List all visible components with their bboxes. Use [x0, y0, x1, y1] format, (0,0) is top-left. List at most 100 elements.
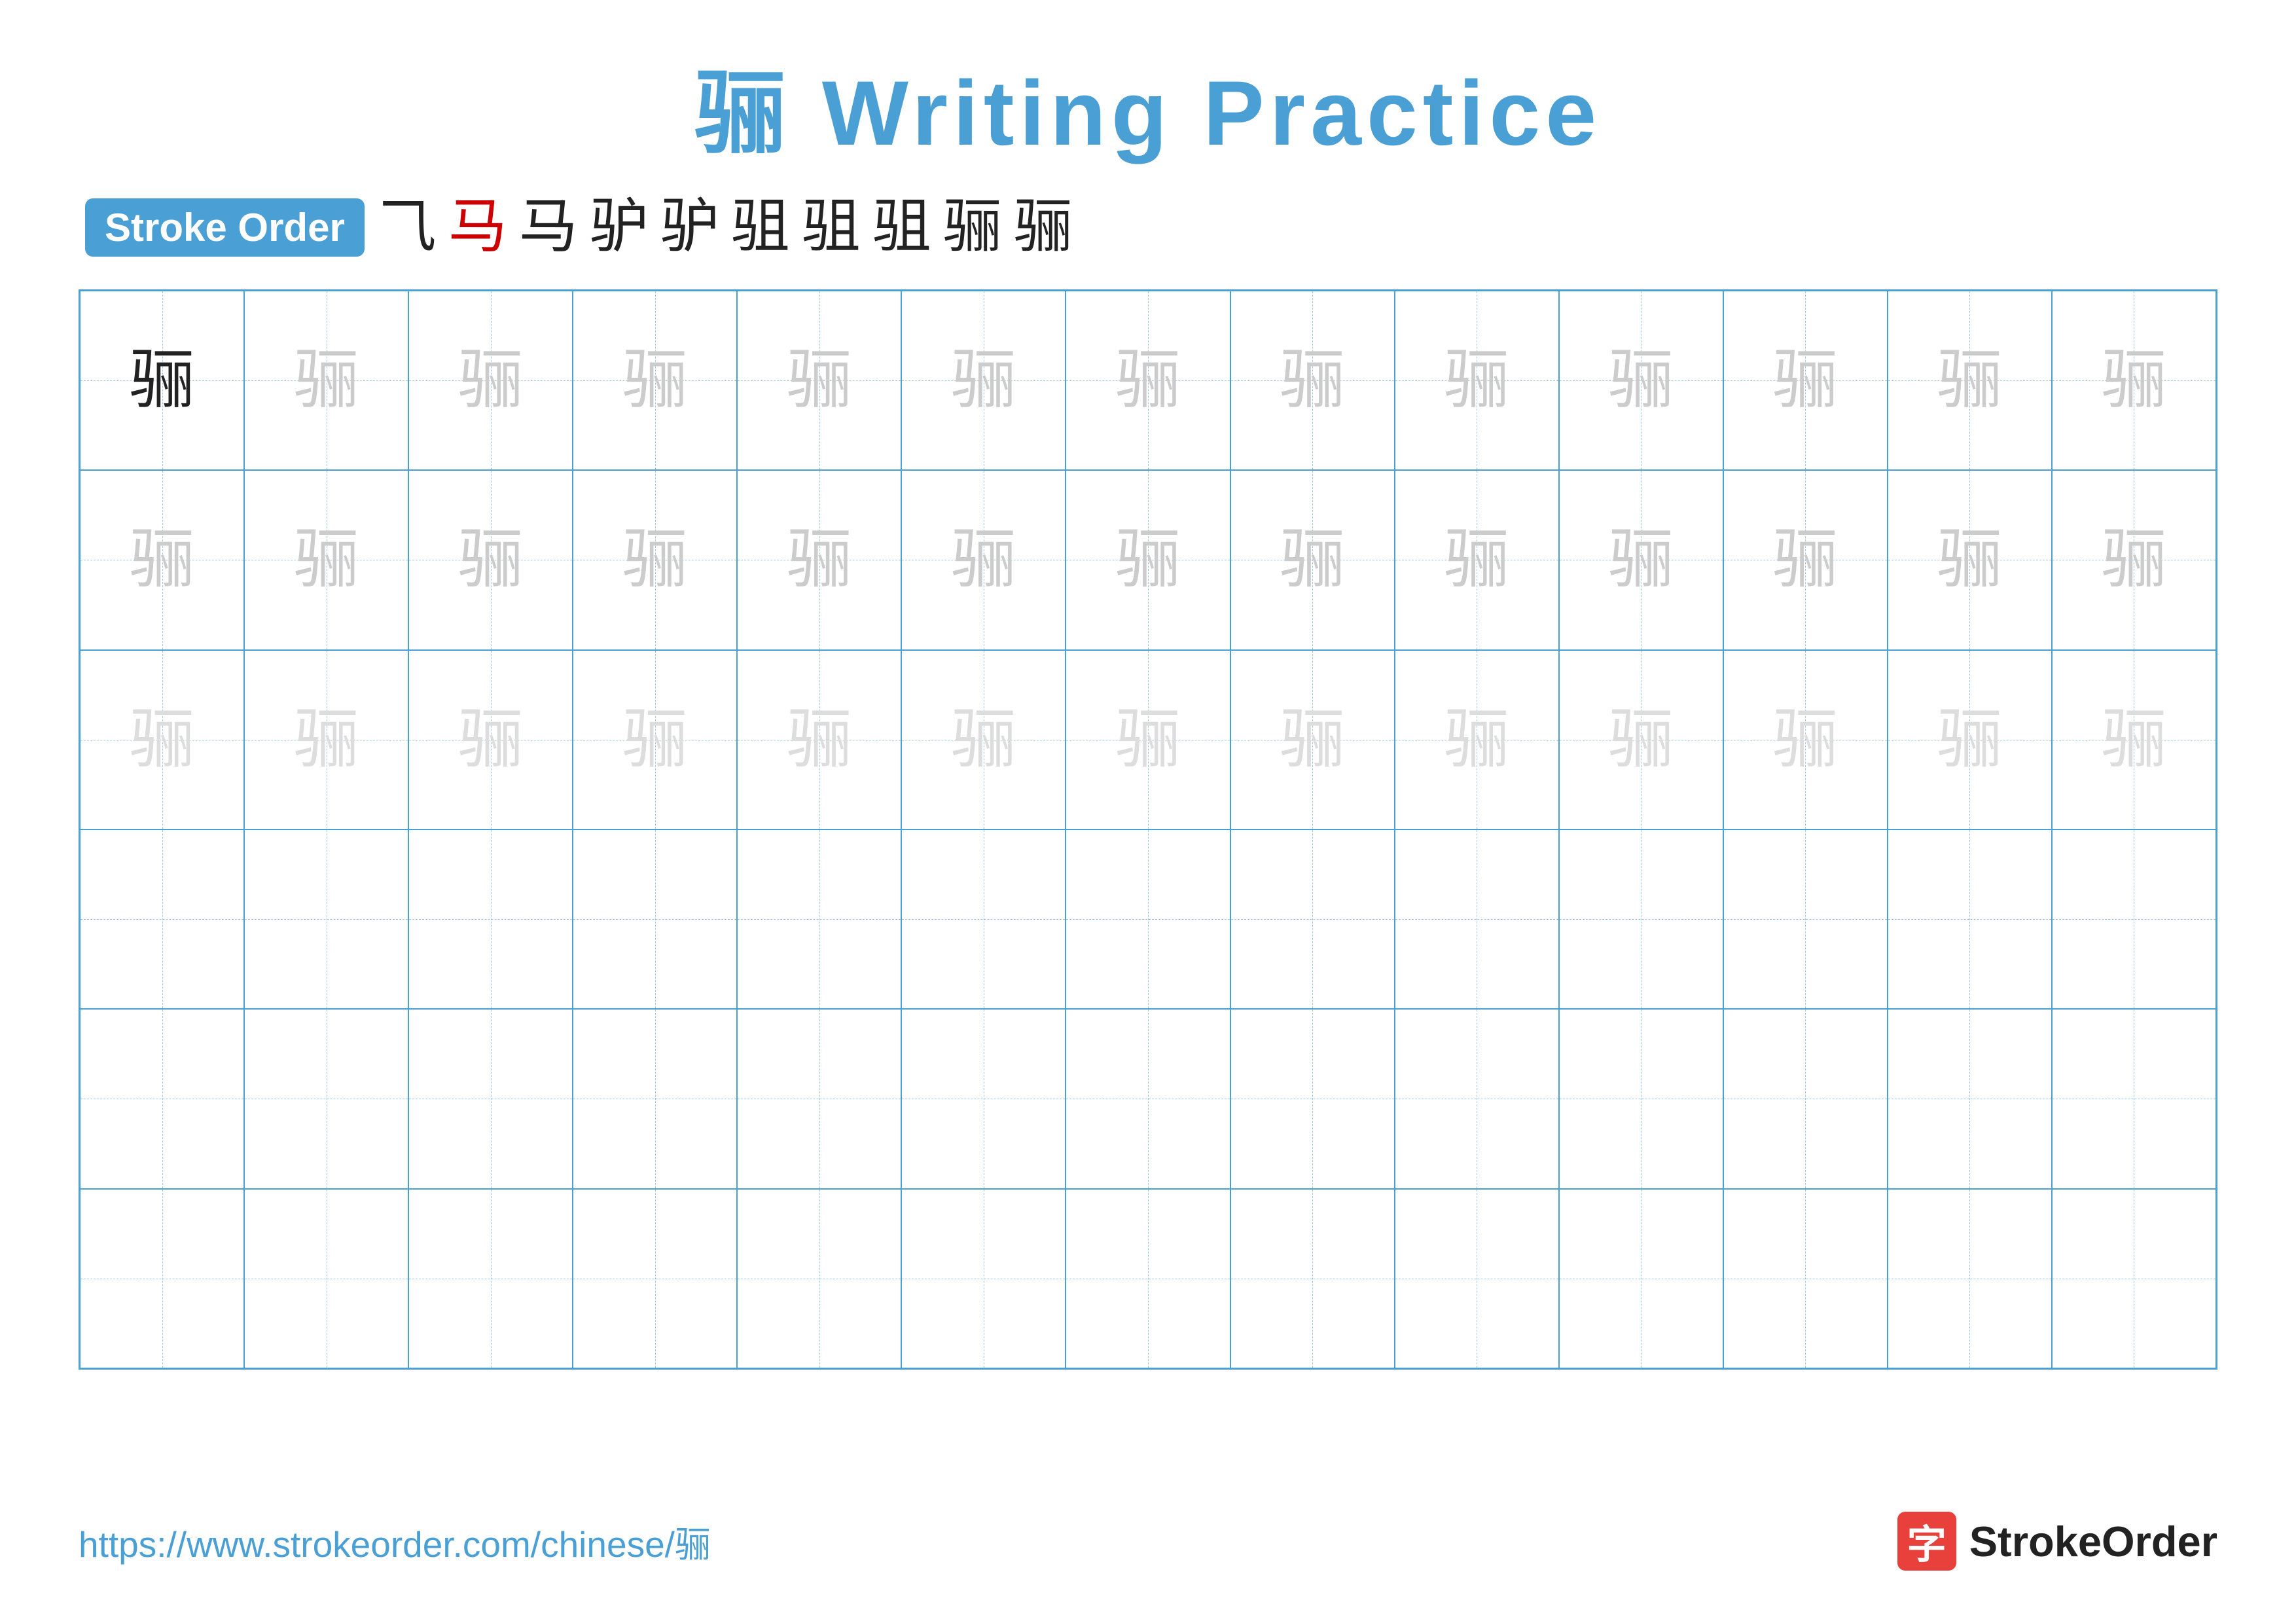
grid-cell[interactable]: 骊 [2052, 470, 2216, 649]
grid-cell[interactable]: 骊 [1395, 650, 1559, 830]
grid-cell[interactable]: 骊 [2052, 650, 2216, 830]
grid-cell[interactable]: 骊 [1066, 470, 1230, 649]
grid-cell[interactable]: 骊 [408, 470, 573, 649]
grid-cell[interactable] [80, 830, 244, 1009]
grid-cell[interactable] [1723, 830, 1888, 1009]
grid-cell[interactable]: 骊 [1888, 470, 2052, 649]
grid-cell[interactable]: 骊 [1066, 650, 1230, 830]
grid-cell[interactable]: 骊 [573, 470, 737, 649]
grid-cell[interactable] [901, 830, 1066, 1009]
grid-cell[interactable] [1066, 1189, 1230, 1368]
grid-cell[interactable]: 骊 [1230, 291, 1395, 470]
grid-cell[interactable]: 骊 [573, 650, 737, 830]
grid-cell[interactable]: 骊 [1888, 291, 2052, 470]
page: 骊 Writing Practice Stroke Order ⺄ 马 马 驴 … [0, 0, 2296, 1623]
grid-cell[interactable] [573, 1009, 737, 1188]
grid-cell[interactable] [737, 1189, 901, 1368]
grid-char: 骊 [787, 527, 852, 593]
grid-cell[interactable]: 骊 [901, 470, 1066, 649]
grid-char: 骊 [1772, 527, 1838, 593]
grid-char: 骊 [130, 527, 195, 593]
grid-cell[interactable] [244, 1009, 408, 1188]
grid-char: 骊 [1115, 348, 1181, 413]
grid-cell[interactable]: 骊 [408, 650, 573, 830]
grid-cell[interactable] [2052, 1189, 2216, 1368]
grid-cell[interactable]: 骊 [1559, 291, 1723, 470]
grid-cell[interactable]: 骊 [2052, 291, 2216, 470]
grid-cell[interactable]: 骊 [1230, 470, 1395, 649]
grid-char: 骊 [294, 707, 359, 773]
grid-char: 骊 [787, 707, 852, 773]
grid-char: 骊 [1115, 527, 1181, 593]
grid-cell[interactable] [1395, 1189, 1559, 1368]
grid-cell[interactable] [2052, 1009, 2216, 1188]
grid-cell[interactable] [408, 1009, 573, 1188]
grid-cell[interactable]: 骊 [1395, 470, 1559, 649]
grid-cell[interactable]: 骊 [1066, 291, 1230, 470]
grid-cell[interactable] [1066, 830, 1230, 1009]
grid-cell[interactable]: 骊 [901, 291, 1066, 470]
grid-cell[interactable] [244, 1189, 408, 1368]
grid-cell[interactable] [1888, 1009, 2052, 1188]
grid-char: 骊 [787, 348, 852, 413]
grid-cell[interactable] [1559, 830, 1723, 1009]
stroke-9: 骊 [943, 198, 1002, 257]
grid-cell[interactable]: 骊 [737, 470, 901, 649]
grid-char: 骊 [1937, 348, 2002, 413]
stroke-5: 驴 [660, 198, 719, 257]
grid-cell[interactable]: 骊 [737, 650, 901, 830]
grid-cell[interactable] [1559, 1189, 1723, 1368]
grid-cell[interactable]: 骊 [573, 291, 737, 470]
grid-cell[interactable] [1723, 1189, 1888, 1368]
grid-char: 骊 [458, 527, 524, 593]
grid-cell[interactable] [1066, 1009, 1230, 1188]
grid-cell[interactable]: 骊 [80, 470, 244, 649]
grid-cell[interactable]: 骊 [901, 650, 1066, 830]
grid-cell[interactable] [1395, 1009, 1559, 1188]
grid-cell[interactable]: 骊 [1230, 650, 1395, 830]
grid-cell[interactable]: 骊 [80, 650, 244, 830]
grid-cell[interactable]: 骊 [1395, 291, 1559, 470]
grid-cell[interactable] [80, 1189, 244, 1368]
grid-cell[interactable] [1230, 1009, 1395, 1188]
grid-cell[interactable] [1559, 1009, 1723, 1188]
grid-cell[interactable]: 骊 [244, 291, 408, 470]
grid-char: 骊 [2101, 707, 2166, 773]
grid-cell[interactable]: 骊 [1559, 650, 1723, 830]
grid-cell[interactable] [573, 830, 737, 1009]
grid-cell[interactable] [2052, 830, 2216, 1009]
footer-url: https://www.strokeorder.com/chinese/骊 [79, 1515, 711, 1567]
grid-char: 骊 [1608, 527, 1674, 593]
grid-cell[interactable] [573, 1189, 737, 1368]
grid-char: 骊 [951, 707, 1016, 773]
stroke-order-row: Stroke Order ⺄ 马 马 驴 驴 驵 驵 驵 骊 骊 [79, 198, 2217, 257]
grid-cell[interactable] [1230, 1189, 1395, 1368]
grid-cell[interactable]: 骊 [244, 650, 408, 830]
grid-cell[interactable] [1723, 1009, 1888, 1188]
grid-cell[interactable]: 骊 [80, 291, 244, 470]
grid-cell[interactable]: 骊 [1559, 470, 1723, 649]
grid-cell[interactable] [1395, 830, 1559, 1009]
footer: https://www.strokeorder.com/chinese/骊 字 … [79, 1512, 2217, 1571]
grid-cell[interactable] [1888, 1189, 2052, 1368]
grid-cell[interactable]: 骊 [1723, 291, 1888, 470]
grid-cell[interactable] [408, 830, 573, 1009]
grid-cell[interactable]: 骊 [1723, 650, 1888, 830]
grid-cell[interactable] [901, 1189, 1066, 1368]
grid-cell[interactable]: 骊 [737, 291, 901, 470]
grid-cell[interactable] [244, 830, 408, 1009]
grid-cell[interactable] [1230, 830, 1395, 1009]
grid-cell[interactable] [408, 1189, 573, 1368]
grid-cell[interactable] [1888, 830, 2052, 1009]
grid-char: 骊 [130, 348, 195, 413]
title-text: Writing Practice [822, 62, 1602, 164]
grid-cell[interactable] [737, 830, 901, 1009]
grid-cell[interactable]: 骊 [408, 291, 573, 470]
grid-char: 骊 [294, 348, 359, 413]
grid-cell[interactable] [901, 1009, 1066, 1188]
grid-cell[interactable]: 骊 [1888, 650, 2052, 830]
grid-cell[interactable]: 骊 [1723, 470, 1888, 649]
grid-cell[interactable]: 骊 [244, 470, 408, 649]
grid-cell[interactable] [737, 1009, 901, 1188]
grid-cell[interactable] [80, 1009, 244, 1188]
